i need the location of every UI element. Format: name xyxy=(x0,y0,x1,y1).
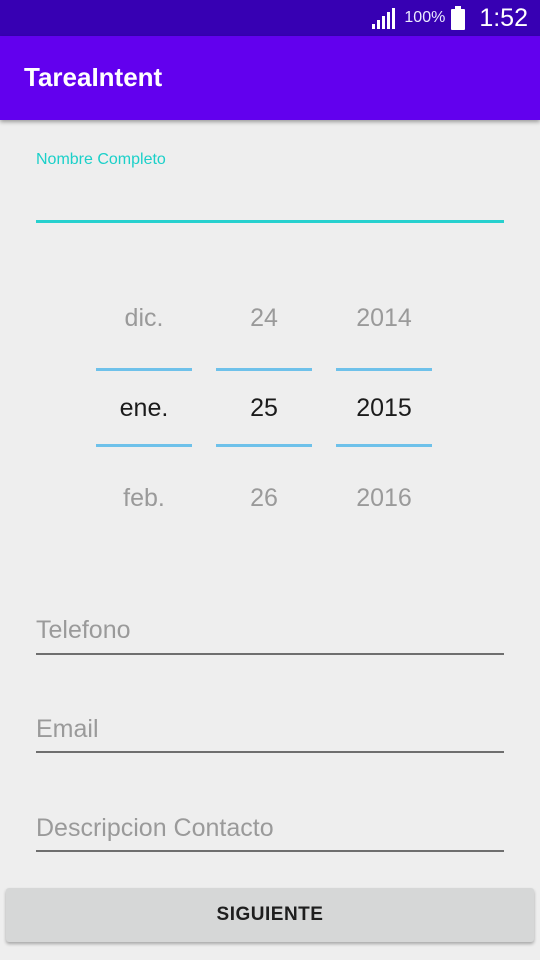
email-field-placeholder: Email xyxy=(36,715,99,743)
year-divider-top xyxy=(336,368,432,371)
month-next[interactable]: feb. xyxy=(96,484,192,513)
year-prev[interactable]: 2014 xyxy=(336,304,432,333)
phone-field-underline xyxy=(36,653,504,655)
month-prev[interactable]: dic. xyxy=(96,304,192,333)
month-selected[interactable]: ene. xyxy=(96,394,192,423)
status-bar: 100% 1:52 xyxy=(0,0,540,36)
next-button[interactable]: SIGUIENTE xyxy=(6,888,534,942)
month-spinner[interactable]: dic. ene. feb. xyxy=(96,290,192,530)
day-divider-bottom xyxy=(216,444,312,447)
battery-icon xyxy=(451,6,466,30)
day-selected[interactable]: 25 xyxy=(216,394,312,423)
day-next[interactable]: 26 xyxy=(216,484,312,513)
app-title: TareaIntent xyxy=(24,62,163,92)
year-divider-bottom xyxy=(336,444,432,447)
year-next[interactable]: 2016 xyxy=(336,484,432,513)
description-field-placeholder: Descripcion Contacto xyxy=(36,814,274,842)
name-field-underline xyxy=(36,220,504,223)
description-field[interactable]: Descripcion Contacto xyxy=(36,810,504,856)
year-selected[interactable]: 2015 xyxy=(336,394,432,423)
status-clock: 1:52 xyxy=(479,3,528,32)
phone-field[interactable]: Telefono xyxy=(36,612,504,658)
month-divider-top xyxy=(96,368,192,371)
signal-icon xyxy=(372,8,396,29)
day-divider-top xyxy=(216,368,312,371)
month-divider-bottom xyxy=(96,444,192,447)
day-spinner[interactable]: 24 25 26 xyxy=(216,290,312,530)
email-field[interactable]: Email xyxy=(36,711,504,757)
battery-percent: 100% xyxy=(404,9,446,26)
day-prev[interactable]: 24 xyxy=(216,304,312,333)
year-spinner[interactable]: 2014 2015 2016 xyxy=(336,290,432,530)
status-icons: 100% 1:52 xyxy=(372,0,528,36)
name-field-label: Nombre Completo xyxy=(36,151,166,168)
description-field-underline xyxy=(36,850,504,852)
app-bar: TareaIntent xyxy=(0,36,540,120)
email-field-underline xyxy=(36,751,504,753)
phone-field-placeholder: Telefono xyxy=(36,616,131,644)
